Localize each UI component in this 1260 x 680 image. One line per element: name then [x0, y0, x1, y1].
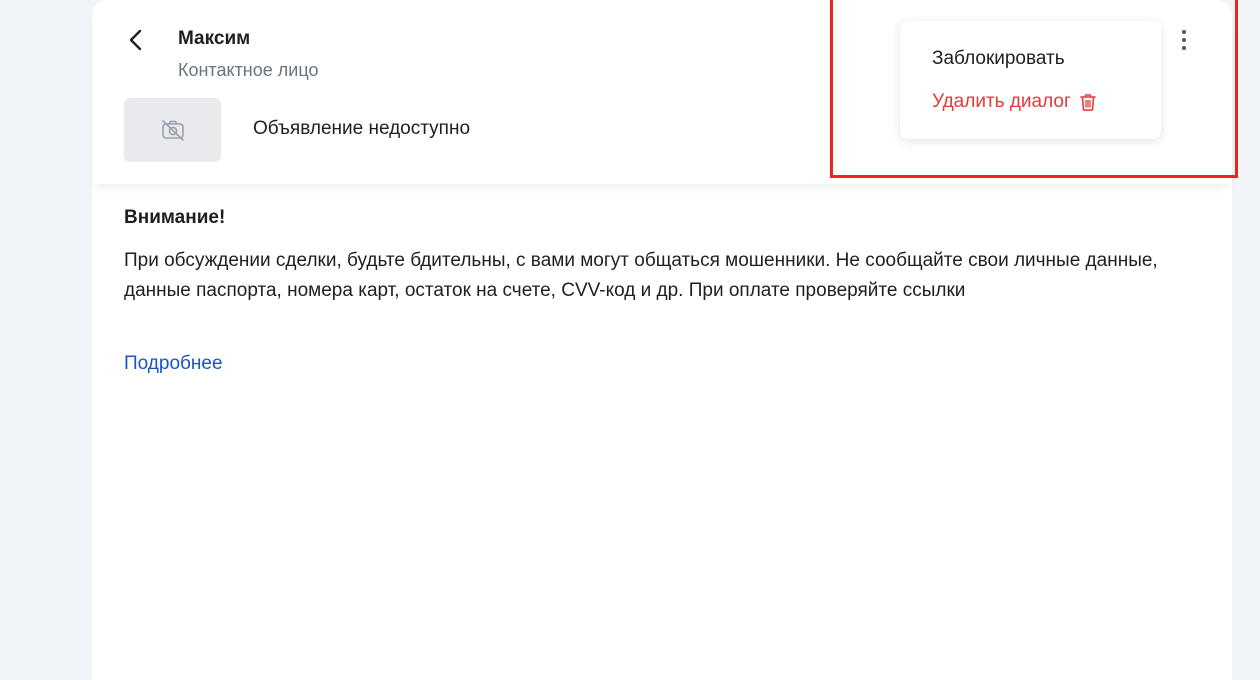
- more-info-link[interactable]: Подробнее: [124, 353, 223, 375]
- more-vertical-icon: [1182, 30, 1186, 50]
- back-button[interactable]: [122, 26, 150, 54]
- more-options-button[interactable]: [1172, 26, 1196, 54]
- chat-header: Максим Контактное лицо Объявление недост…: [92, 0, 1238, 184]
- trash-icon: [1080, 94, 1096, 111]
- ad-title[interactable]: Объявление недоступно: [253, 118, 470, 140]
- warning-title: Внимание!: [124, 207, 226, 228]
- camera-off-icon: [161, 120, 184, 141]
- contact-name[interactable]: Максим: [178, 28, 250, 50]
- contact-role: Контактное лицо: [178, 60, 319, 80]
- ad-thumbnail[interactable]: [124, 98, 221, 162]
- delete-dialog-menu-item[interactable]: Удалить диалог: [932, 91, 1097, 113]
- chat-panel: Максим Контактное лицо Объявление недост…: [92, 0, 1238, 680]
- context-menu: Заблокировать Удалить диалог: [900, 21, 1161, 139]
- warning-text: При обсуждении сделки, будьте бдительны,…: [124, 250, 1158, 301]
- delete-dialog-label: Удалить диалог: [932, 91, 1071, 112]
- chevron-left-icon: [129, 29, 142, 51]
- block-menu-item[interactable]: Заблокировать: [932, 48, 1065, 70]
